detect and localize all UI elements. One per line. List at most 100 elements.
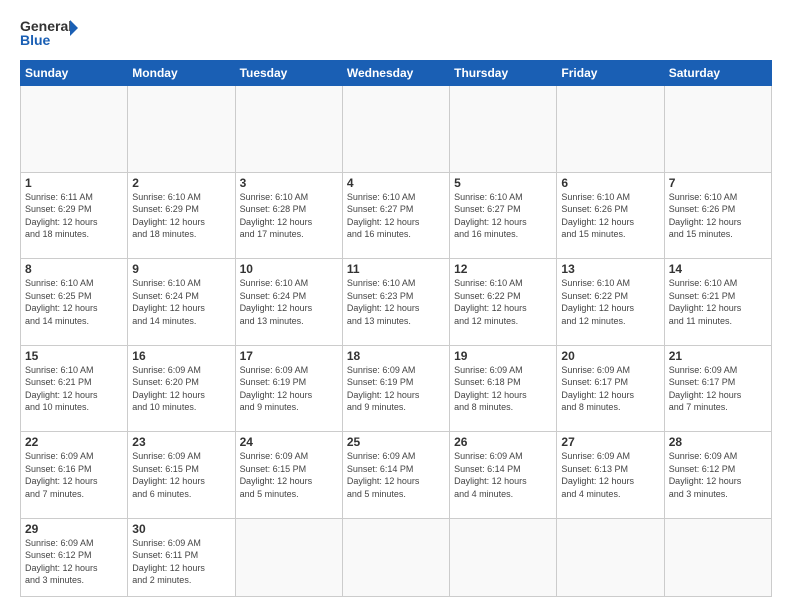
calendar-header-row: SundayMondayTuesdayWednesdayThursdayFrid…: [21, 61, 772, 86]
day-number: 2: [132, 176, 230, 190]
calendar-day: 15Sunrise: 6:10 AM Sunset: 6:21 PM Dayli…: [21, 345, 128, 432]
day-number: 28: [669, 435, 767, 449]
day-number: 11: [347, 262, 445, 276]
day-info: Sunrise: 6:10 AM Sunset: 6:27 PM Dayligh…: [347, 191, 445, 241]
day-number: 5: [454, 176, 552, 190]
day-number: 26: [454, 435, 552, 449]
day-info: Sunrise: 6:09 AM Sunset: 6:16 PM Dayligh…: [25, 450, 123, 500]
calendar-week-row: 29Sunrise: 6:09 AM Sunset: 6:12 PM Dayli…: [21, 518, 772, 596]
calendar-day: [450, 86, 557, 173]
day-info: Sunrise: 6:10 AM Sunset: 6:29 PM Dayligh…: [132, 191, 230, 241]
calendar-day: [235, 86, 342, 173]
day-number: 18: [347, 349, 445, 363]
day-info: Sunrise: 6:10 AM Sunset: 6:21 PM Dayligh…: [669, 277, 767, 327]
svg-text:Blue: Blue: [20, 32, 51, 48]
day-number: 23: [132, 435, 230, 449]
day-info: Sunrise: 6:09 AM Sunset: 6:13 PM Dayligh…: [561, 450, 659, 500]
calendar-header-saturday: Saturday: [664, 61, 771, 86]
calendar-day: 16Sunrise: 6:09 AM Sunset: 6:20 PM Dayli…: [128, 345, 235, 432]
day-info: Sunrise: 6:09 AM Sunset: 6:19 PM Dayligh…: [347, 364, 445, 414]
calendar-day: 20Sunrise: 6:09 AM Sunset: 6:17 PM Dayli…: [557, 345, 664, 432]
calendar-week-row: 1Sunrise: 6:11 AM Sunset: 6:29 PM Daylig…: [21, 172, 772, 259]
calendar-day: 17Sunrise: 6:09 AM Sunset: 6:19 PM Dayli…: [235, 345, 342, 432]
calendar-day: [450, 518, 557, 596]
day-number: 13: [561, 262, 659, 276]
header: GeneralBlue: [20, 15, 772, 50]
calendar: SundayMondayTuesdayWednesdayThursdayFrid…: [20, 60, 772, 597]
calendar-day: 14Sunrise: 6:10 AM Sunset: 6:21 PM Dayli…: [664, 259, 771, 346]
calendar-day: [342, 86, 449, 173]
day-info: Sunrise: 6:09 AM Sunset: 6:11 PM Dayligh…: [132, 537, 230, 587]
day-number: 1: [25, 176, 123, 190]
day-number: 6: [561, 176, 659, 190]
day-info: Sunrise: 6:10 AM Sunset: 6:23 PM Dayligh…: [347, 277, 445, 327]
day-info: Sunrise: 6:09 AM Sunset: 6:14 PM Dayligh…: [454, 450, 552, 500]
day-info: Sunrise: 6:10 AM Sunset: 6:24 PM Dayligh…: [132, 277, 230, 327]
calendar-day: 22Sunrise: 6:09 AM Sunset: 6:16 PM Dayli…: [21, 432, 128, 519]
day-number: 21: [669, 349, 767, 363]
day-info: Sunrise: 6:09 AM Sunset: 6:15 PM Dayligh…: [240, 450, 338, 500]
logo-icon: GeneralBlue: [20, 15, 80, 50]
day-number: 16: [132, 349, 230, 363]
calendar-day: [21, 86, 128, 173]
calendar-day: 18Sunrise: 6:09 AM Sunset: 6:19 PM Dayli…: [342, 345, 449, 432]
calendar-day: [128, 86, 235, 173]
calendar-week-row: 22Sunrise: 6:09 AM Sunset: 6:16 PM Dayli…: [21, 432, 772, 519]
day-info: Sunrise: 6:09 AM Sunset: 6:17 PM Dayligh…: [561, 364, 659, 414]
calendar-header-friday: Friday: [557, 61, 664, 86]
calendar-day: [557, 86, 664, 173]
calendar-day: 27Sunrise: 6:09 AM Sunset: 6:13 PM Dayli…: [557, 432, 664, 519]
calendar-day: 30Sunrise: 6:09 AM Sunset: 6:11 PM Dayli…: [128, 518, 235, 596]
calendar-day: 19Sunrise: 6:09 AM Sunset: 6:18 PM Dayli…: [450, 345, 557, 432]
day-info: Sunrise: 6:09 AM Sunset: 6:15 PM Dayligh…: [132, 450, 230, 500]
calendar-day: [557, 518, 664, 596]
calendar-day: 9Sunrise: 6:10 AM Sunset: 6:24 PM Daylig…: [128, 259, 235, 346]
calendar-day: 12Sunrise: 6:10 AM Sunset: 6:22 PM Dayli…: [450, 259, 557, 346]
day-number: 14: [669, 262, 767, 276]
calendar-week-row: [21, 86, 772, 173]
day-number: 20: [561, 349, 659, 363]
day-info: Sunrise: 6:10 AM Sunset: 6:26 PM Dayligh…: [561, 191, 659, 241]
day-info: Sunrise: 6:09 AM Sunset: 6:17 PM Dayligh…: [669, 364, 767, 414]
calendar-day: 3Sunrise: 6:10 AM Sunset: 6:28 PM Daylig…: [235, 172, 342, 259]
calendar-header-wednesday: Wednesday: [342, 61, 449, 86]
calendar-header-sunday: Sunday: [21, 61, 128, 86]
day-number: 22: [25, 435, 123, 449]
calendar-day: 23Sunrise: 6:09 AM Sunset: 6:15 PM Dayli…: [128, 432, 235, 519]
day-number: 24: [240, 435, 338, 449]
day-info: Sunrise: 6:09 AM Sunset: 6:12 PM Dayligh…: [669, 450, 767, 500]
calendar-day: 24Sunrise: 6:09 AM Sunset: 6:15 PM Dayli…: [235, 432, 342, 519]
calendar-week-row: 15Sunrise: 6:10 AM Sunset: 6:21 PM Dayli…: [21, 345, 772, 432]
calendar-header-thursday: Thursday: [450, 61, 557, 86]
calendar-day: 25Sunrise: 6:09 AM Sunset: 6:14 PM Dayli…: [342, 432, 449, 519]
calendar-header-tuesday: Tuesday: [235, 61, 342, 86]
day-info: Sunrise: 6:10 AM Sunset: 6:27 PM Dayligh…: [454, 191, 552, 241]
day-info: Sunrise: 6:10 AM Sunset: 6:28 PM Dayligh…: [240, 191, 338, 241]
logo: GeneralBlue: [20, 15, 80, 50]
day-number: 8: [25, 262, 123, 276]
day-number: 4: [347, 176, 445, 190]
day-number: 30: [132, 522, 230, 536]
calendar-day: 4Sunrise: 6:10 AM Sunset: 6:27 PM Daylig…: [342, 172, 449, 259]
day-info: Sunrise: 6:09 AM Sunset: 6:14 PM Dayligh…: [347, 450, 445, 500]
day-info: Sunrise: 6:11 AM Sunset: 6:29 PM Dayligh…: [25, 191, 123, 241]
calendar-day: [664, 518, 771, 596]
calendar-day: 8Sunrise: 6:10 AM Sunset: 6:25 PM Daylig…: [21, 259, 128, 346]
calendar-day: [664, 86, 771, 173]
day-info: Sunrise: 6:09 AM Sunset: 6:18 PM Dayligh…: [454, 364, 552, 414]
calendar-day: 13Sunrise: 6:10 AM Sunset: 6:22 PM Dayli…: [557, 259, 664, 346]
calendar-day: 1Sunrise: 6:11 AM Sunset: 6:29 PM Daylig…: [21, 172, 128, 259]
calendar-day: 7Sunrise: 6:10 AM Sunset: 6:26 PM Daylig…: [664, 172, 771, 259]
day-number: 12: [454, 262, 552, 276]
day-info: Sunrise: 6:10 AM Sunset: 6:22 PM Dayligh…: [561, 277, 659, 327]
calendar-day: [235, 518, 342, 596]
day-info: Sunrise: 6:10 AM Sunset: 6:21 PM Dayligh…: [25, 364, 123, 414]
day-info: Sunrise: 6:10 AM Sunset: 6:25 PM Dayligh…: [25, 277, 123, 327]
day-number: 17: [240, 349, 338, 363]
day-number: 25: [347, 435, 445, 449]
calendar-day: 6Sunrise: 6:10 AM Sunset: 6:26 PM Daylig…: [557, 172, 664, 259]
calendar-day: 29Sunrise: 6:09 AM Sunset: 6:12 PM Dayli…: [21, 518, 128, 596]
calendar-day: 2Sunrise: 6:10 AM Sunset: 6:29 PM Daylig…: [128, 172, 235, 259]
day-number: 19: [454, 349, 552, 363]
calendar-day: 11Sunrise: 6:10 AM Sunset: 6:23 PM Dayli…: [342, 259, 449, 346]
